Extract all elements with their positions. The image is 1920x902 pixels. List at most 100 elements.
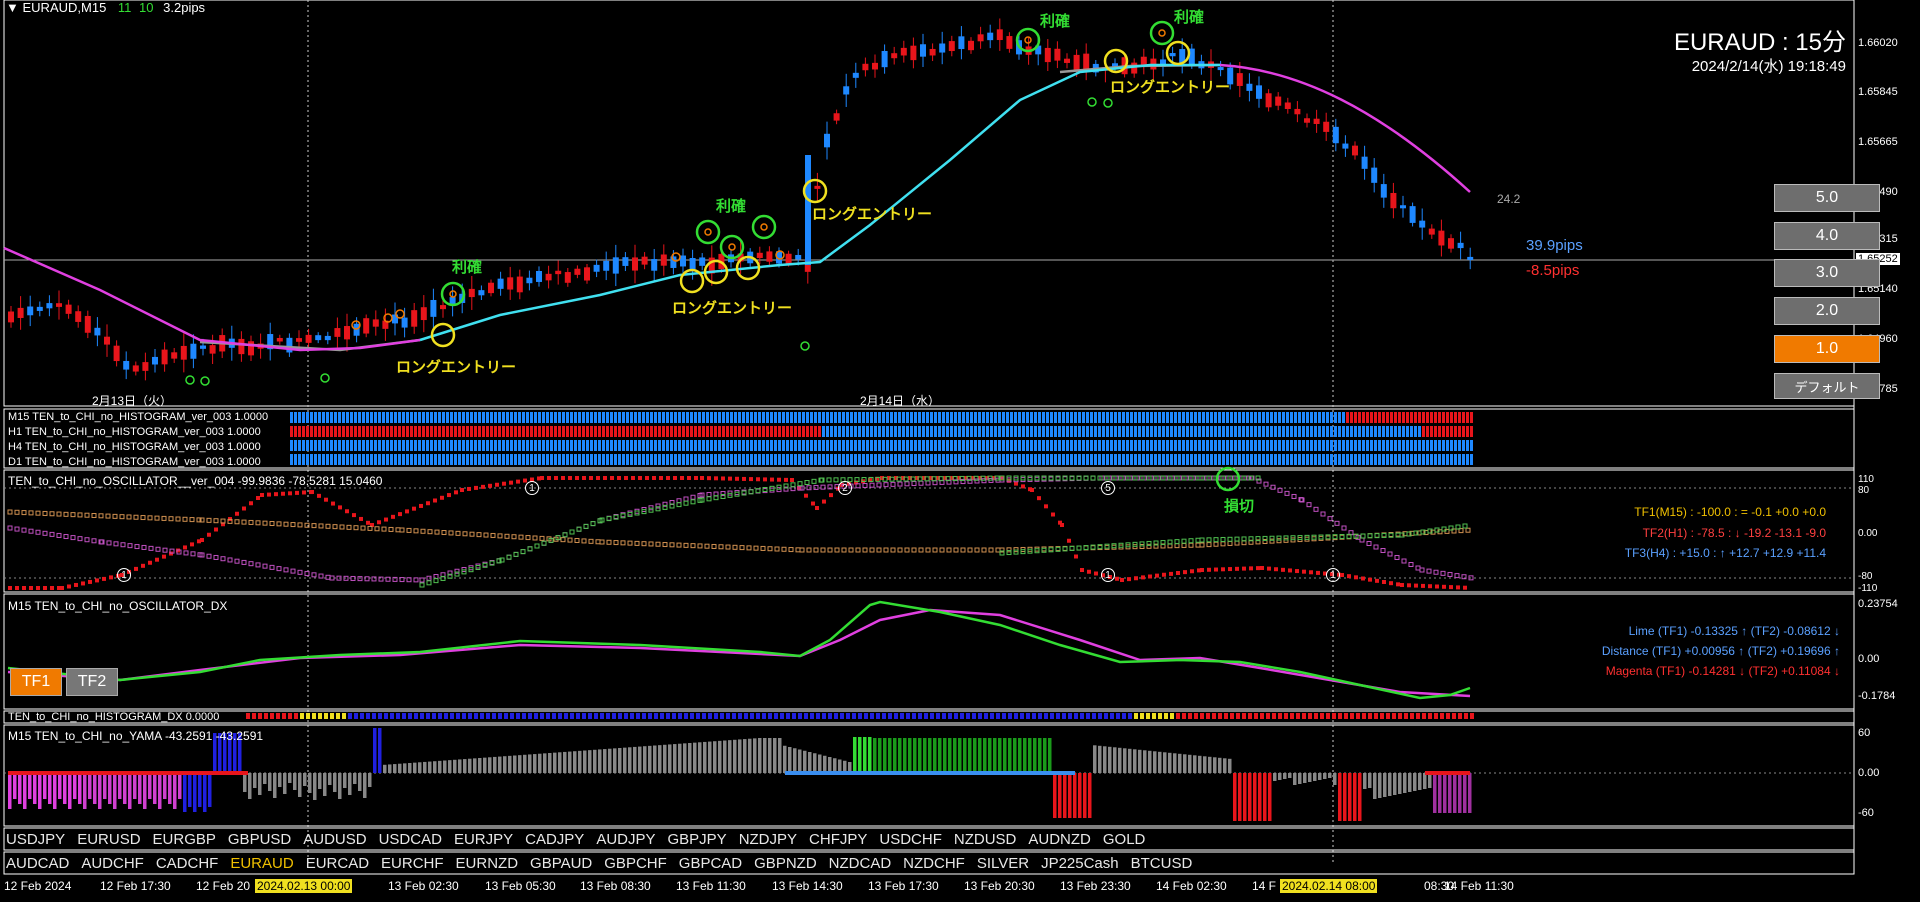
symbol-nzdjpy[interactable]: NZDJPY — [739, 831, 797, 848]
histogram-bar — [694, 454, 697, 465]
yama-bar — [93, 773, 97, 804]
yama-bar — [768, 738, 772, 773]
symbol-nzdcad[interactable]: NZDCAD — [829, 855, 892, 872]
lot-button-4[interactable]: 4.0 — [1774, 222, 1880, 250]
oscillator-dot — [627, 511, 633, 517]
symbol-eurnzd[interactable]: EURNZD — [456, 855, 519, 872]
symbol-usdcad[interactable]: USDCAD — [379, 831, 442, 848]
oscillator-dot — [799, 547, 805, 553]
histogram-bar — [370, 440, 373, 451]
histogram-bar — [1398, 454, 1401, 465]
histogram-bar — [850, 454, 853, 465]
candle-body — [632, 257, 638, 271]
oscillator-dot — [189, 517, 195, 523]
candle-body — [814, 185, 821, 189]
tf2-button[interactable]: TF2 — [66, 668, 118, 696]
symbol-usdjpy[interactable]: USDJPY — [6, 831, 65, 848]
oscillator-dot — [513, 551, 519, 557]
default-button[interactable]: デフォルト — [1774, 373, 1880, 399]
histogram-bar — [1178, 426, 1181, 437]
symbol-jp225cash[interactable]: JP225Cash — [1041, 855, 1119, 872]
histogram-bar — [1198, 440, 1201, 451]
histogram-bar — [590, 454, 593, 465]
dx-histogram-bar — [390, 713, 394, 719]
histogram-bar — [290, 426, 293, 437]
symbol-cadchf[interactable]: CADCHF — [156, 855, 219, 872]
lot-button-1[interactable]: 1.0 — [1774, 335, 1880, 363]
symbol-audnzd[interactable]: AUDNZD — [1028, 831, 1091, 848]
tf1-button[interactable]: TF1 — [10, 668, 62, 696]
oscillator-dot — [1334, 520, 1340, 526]
oscillator-dot — [345, 509, 349, 514]
symbol-gbpchf[interactable]: GBPCHF — [604, 855, 667, 872]
histogram-bar — [1258, 440, 1261, 451]
symbol-gbpusd[interactable]: GBPUSD — [228, 831, 291, 848]
symbol-eurcad[interactable]: EURCAD — [306, 855, 369, 872]
histogram-bar — [1414, 454, 1417, 465]
symbol-nzdchf[interactable]: NZDCHF — [903, 855, 965, 872]
histogram-bar — [506, 426, 509, 437]
histogram-bar — [1150, 440, 1153, 451]
histogram-bar — [1470, 426, 1473, 437]
symbol-audcad[interactable]: AUDCAD — [6, 855, 69, 872]
symbol-btcusd[interactable]: BTCUSD — [1131, 855, 1193, 872]
lot-button-5[interactable]: 5.0 — [1774, 184, 1880, 212]
symbol-silver[interactable]: SILVER — [977, 855, 1029, 872]
symbol-eurjpy[interactable]: EURJPY — [454, 831, 513, 848]
histogram-bar — [1122, 426, 1125, 437]
time-axis-label: 13 Feb 17:30 — [868, 879, 939, 893]
histogram-bar — [418, 440, 421, 451]
histogram-bar — [598, 454, 601, 465]
oscillator-dot — [28, 510, 34, 516]
histogram-bar — [634, 412, 637, 423]
symbol-audjpy[interactable]: AUDJPY — [596, 831, 655, 848]
histogram-bar — [1378, 426, 1381, 437]
symbol-cadjpy[interactable]: CADJPY — [525, 831, 584, 848]
histogram-bar — [758, 440, 761, 451]
histogram-bar — [458, 426, 461, 437]
symbol-gbpaud[interactable]: GBPAUD — [530, 855, 592, 872]
symbol-nzdusd[interactable]: NZDUSD — [954, 831, 1017, 848]
histogram-bar — [1258, 412, 1261, 423]
histogram-bar — [1130, 412, 1133, 423]
date-label-day1: 2月13日（火） — [92, 394, 173, 408]
histogram-bar — [1214, 412, 1217, 423]
symbol-eurchf[interactable]: EURCHF — [381, 855, 444, 872]
yama-bar — [688, 743, 692, 773]
dx-histogram-bar — [306, 713, 310, 719]
oscillator-dot — [1213, 537, 1219, 543]
symbol-eurgbp[interactable]: EURGBP — [153, 831, 216, 848]
symbol-audchf[interactable]: AUDCHF — [81, 855, 144, 872]
symbol-gbpjpy[interactable]: GBPJPY — [668, 831, 727, 848]
symbol-usdchf[interactable]: USDCHF — [879, 831, 942, 848]
take-profit-label: 利確 — [1174, 9, 1205, 26]
lot-button-3[interactable]: 3.0 — [1774, 259, 1880, 287]
histogram-bar — [386, 454, 389, 465]
histogram-bar — [1462, 426, 1465, 437]
symbol-euraud[interactable]: EURAUD — [230, 855, 293, 872]
yama-bar — [1408, 773, 1412, 792]
histogram-bar — [422, 454, 425, 465]
candle-body — [1323, 121, 1330, 132]
oscillator-dot — [583, 523, 589, 529]
histogram-bar — [1434, 440, 1437, 451]
symbol-eurusd[interactable]: EURUSD — [77, 831, 140, 848]
chart-canvas[interactable] — [0, 0, 1920, 902]
lot-button-2[interactable]: 2.0 — [1774, 297, 1880, 325]
histogram-bar — [322, 440, 325, 451]
histogram-bar — [666, 426, 669, 437]
candle-body — [1054, 48, 1061, 61]
oscillator-dot — [1341, 525, 1347, 531]
histogram-bar — [654, 440, 657, 451]
symbol-list-1: USDJPY EURUSD EURGBP GBPUSD AUDUSD USDCAD EURJ… — [6, 831, 1157, 848]
histogram-bar — [646, 412, 649, 423]
symbol-gold[interactable]: GOLD — [1103, 831, 1146, 848]
osc-tf3-readout: TF3(H4) : +15.0 : ↑ +12.7 +12.9 +11.4 — [1624, 546, 1826, 560]
histogram-bar — [686, 440, 689, 451]
symbol-audusd[interactable]: AUDUSD — [303, 831, 366, 848]
symbol-chfjpy[interactable]: CHFJPY — [809, 831, 867, 848]
histogram-bar — [838, 440, 841, 451]
symbol-gbpcad[interactable]: GBPCAD — [679, 855, 742, 872]
symbol-gbpnzd[interactable]: GBPNZD — [754, 855, 817, 872]
histogram-bar — [998, 454, 1001, 465]
